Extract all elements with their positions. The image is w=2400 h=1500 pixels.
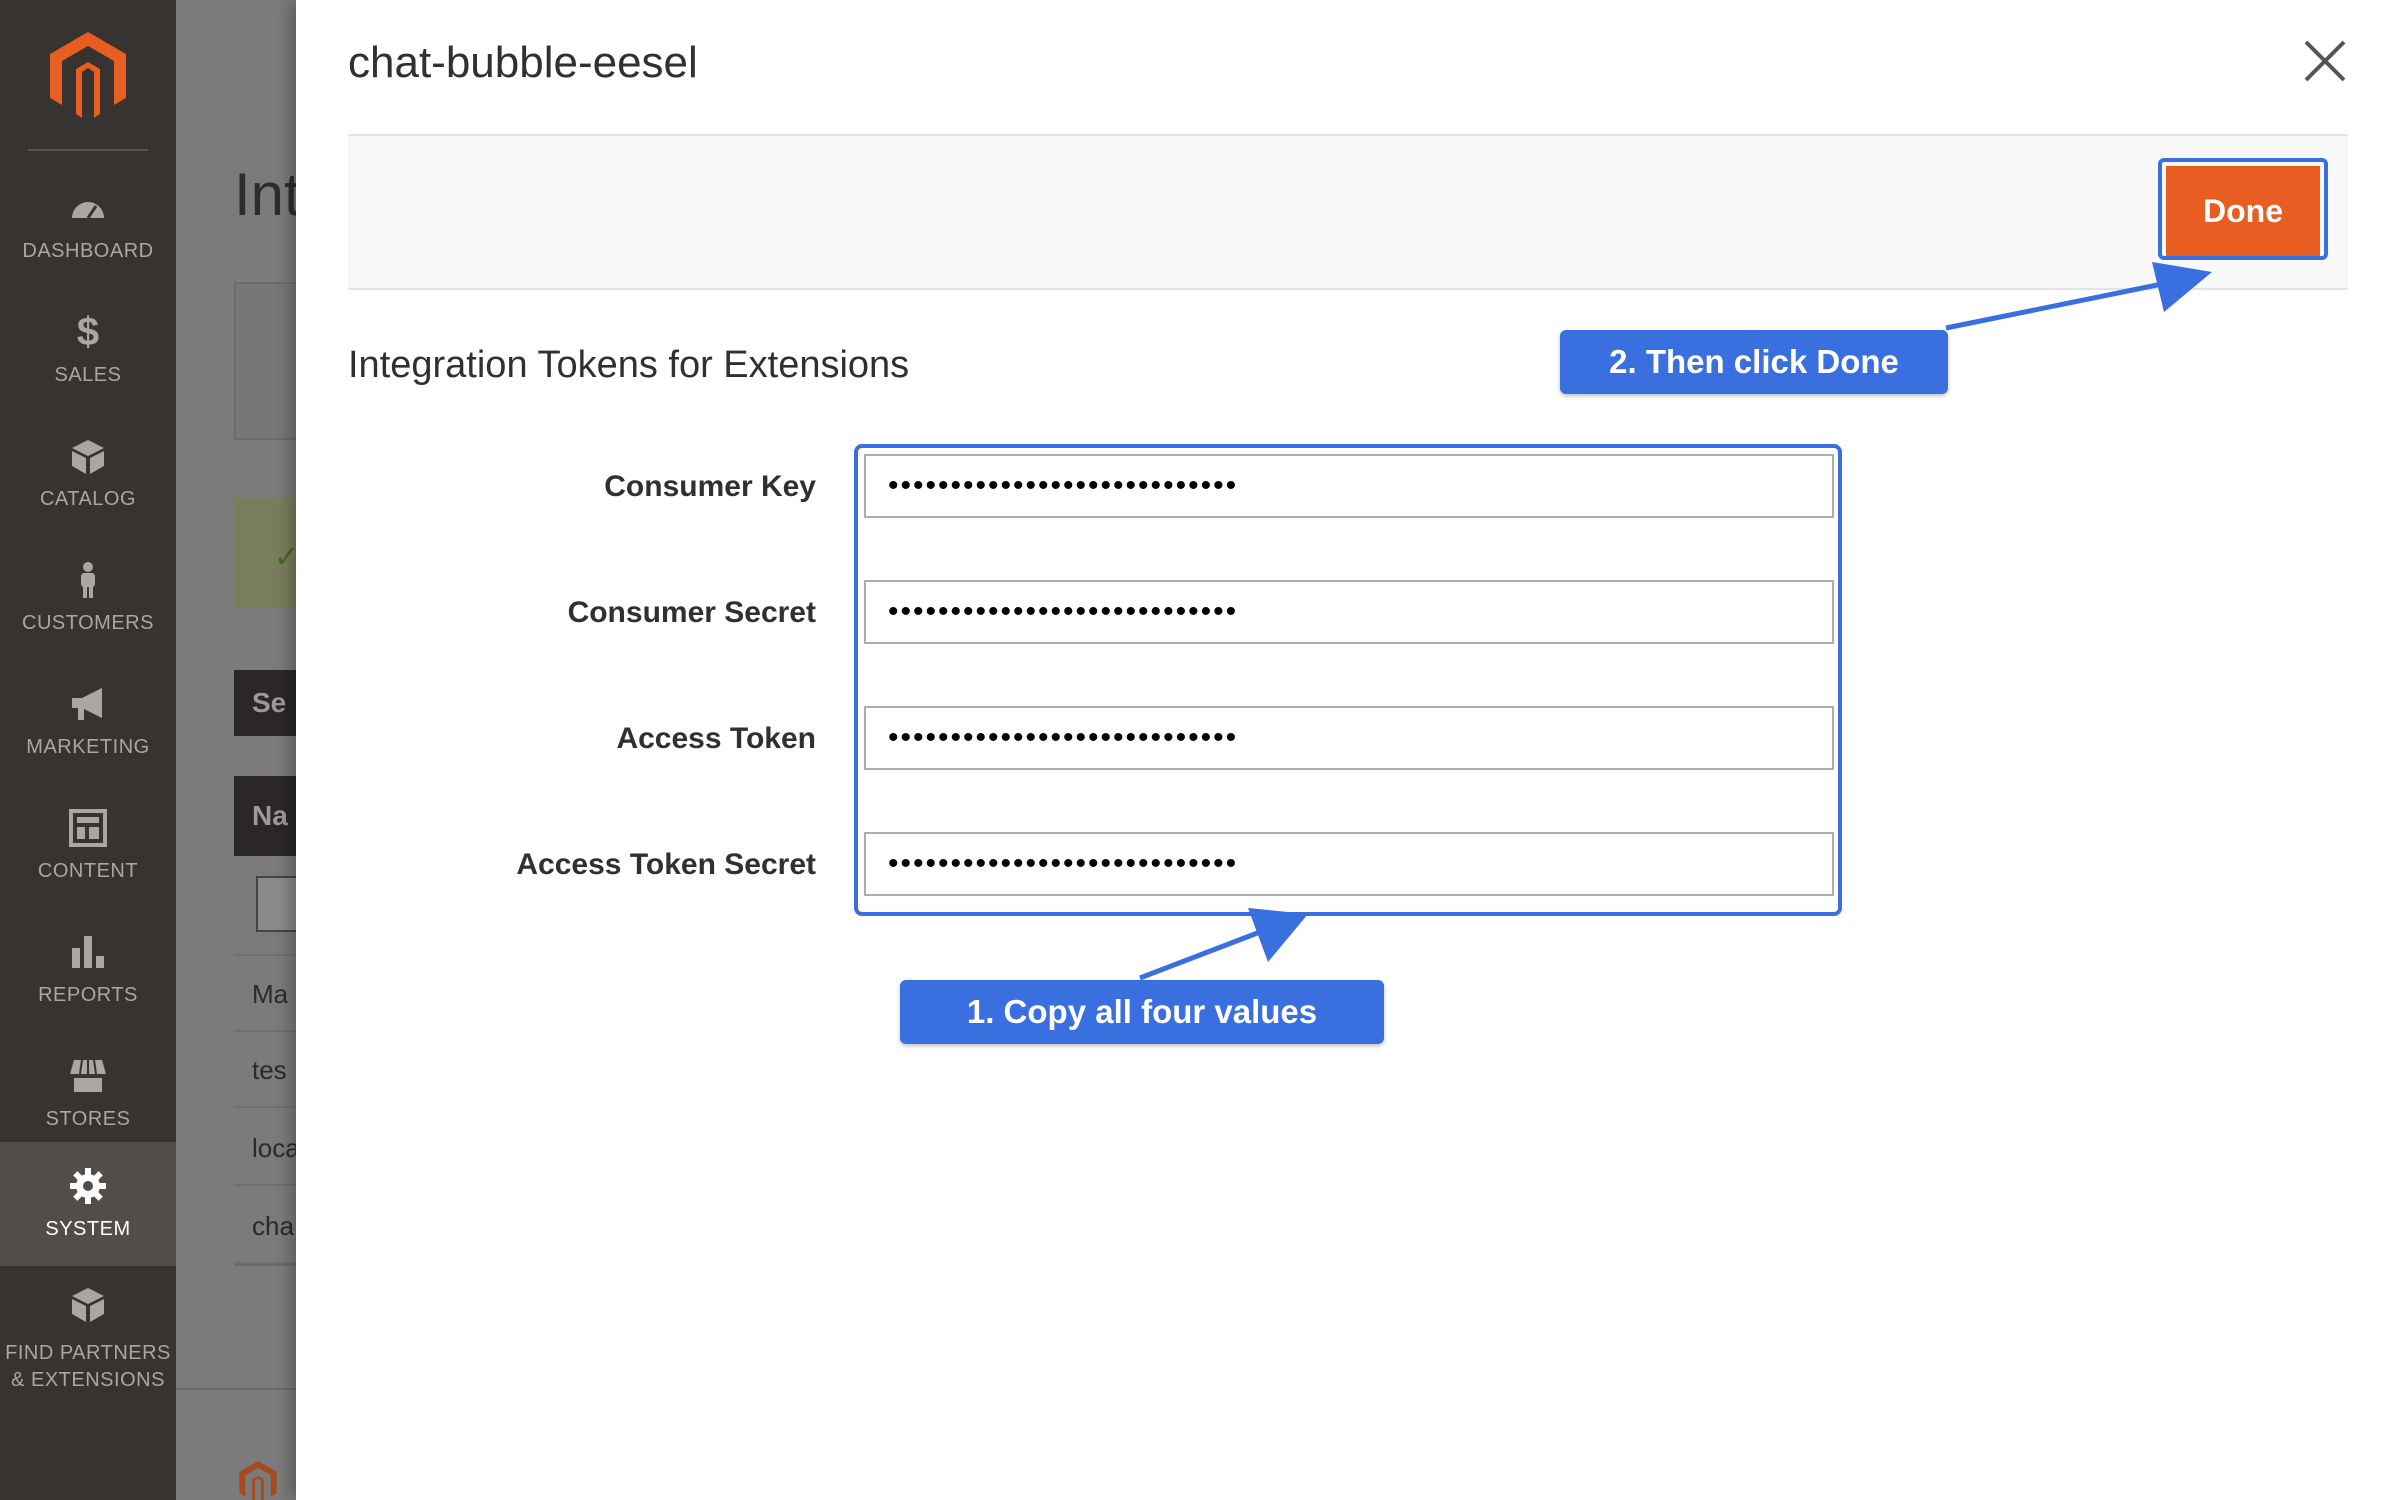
table-border [234, 1264, 296, 1266]
dashboard-icon [72, 202, 104, 219]
done-button-highlight [2158, 158, 2328, 260]
sidebar-item-customers[interactable]: CUSTOMERS [0, 540, 176, 664]
extensions-icon [72, 1288, 104, 1322]
sidebar-item-find-partners[interactable]: FIND PARTNERS & EXTENSIONS [0, 1266, 176, 1396]
sidebar-item-catalog[interactable]: CATALOG [0, 416, 176, 540]
sidebar-item-label: CUSTOMERS [22, 612, 154, 634]
magento-logo-icon[interactable] [46, 30, 130, 120]
content-layout-icon [69, 809, 107, 847]
sidebar-item-reports[interactable]: REPORTS [0, 912, 176, 1036]
store-icon [70, 1059, 106, 1092]
sidebar-item-label: SYSTEM [45, 1218, 131, 1240]
sidebar-divider [28, 149, 148, 151]
sidebar-item-marketing[interactable]: MARKETING [0, 664, 176, 788]
section-title: Integration Tokens for Extensions [348, 344, 910, 386]
magento-footer-logo-icon [239, 1460, 277, 1500]
sidebar-item-label: CONTENT [37, 860, 139, 882]
consumer-secret-label: Consumer Secret [567, 596, 816, 629]
table-row[interactable]: loca [234, 1110, 296, 1186]
modal-toolbar [348, 134, 2348, 290]
sidebar-item-label: CATALOG [39, 488, 137, 510]
integration-modal: chat-bubble-eesel Done Integration Token… [296, 0, 2400, 1500]
dollar-icon: $ [76, 310, 100, 354]
table-row[interactable]: tes [234, 1032, 296, 1108]
consumer-key-label: Consumer Key [604, 470, 816, 503]
access-token-label: Access Token [616, 722, 816, 755]
admin-sidebar: DASHBOARD $ SALES CATALOG CUSTOMERS MARK… [0, 0, 176, 1500]
background-panel [234, 282, 296, 440]
access-token-secret-label: Access Token Secret [516, 848, 816, 881]
customer-person-icon [81, 562, 95, 598]
filter-input[interactable] [256, 876, 296, 932]
background-button[interactable]: Se [234, 670, 296, 736]
sidebar-item-label: SALES [54, 364, 122, 386]
callout-then-click-done: 2. Then click Done [1560, 330, 1948, 394]
close-icon[interactable] [2300, 36, 2350, 86]
callout-copy-values: 1. Copy all four values [900, 980, 1384, 1044]
sidebar-item-label: MARKETING [26, 736, 150, 758]
check-icon: ✓ [274, 541, 296, 574]
token-fields-highlight [854, 444, 1842, 916]
table-row[interactable]: cha [234, 1188, 296, 1264]
sidebar-item-dashboard[interactable]: DASHBOARD [0, 168, 176, 292]
sidebar-item-label: FIND PARTNERS [5, 1342, 171, 1364]
sidebar-item-label: DASHBOARD [22, 240, 154, 262]
modal-title: chat-bubble-eesel [348, 38, 698, 87]
gear-icon [70, 1168, 106, 1204]
catalog-box-icon [72, 440, 104, 474]
sidebar-item-label: & EXTENSIONS [11, 1369, 165, 1391]
sidebar-item-label: REPORTS [38, 984, 138, 1006]
sidebar-item-content[interactable]: CONTENT [0, 788, 176, 912]
bar-chart-icon [72, 936, 104, 968]
sidebar-item-system[interactable]: SYSTEM [0, 1142, 176, 1266]
sidebar-item-sales[interactable]: $ SALES [0, 292, 176, 416]
table-header: Na [234, 776, 296, 856]
sidebar-item-label: STORES [45, 1108, 131, 1130]
megaphone-icon [72, 688, 102, 720]
footer-divider [176, 1388, 296, 1390]
table-row[interactable]: Ma [234, 956, 296, 1032]
background-page: Int ✓ Se Na Ma tes loca cha [176, 0, 296, 1500]
page-title: Int [234, 161, 296, 228]
